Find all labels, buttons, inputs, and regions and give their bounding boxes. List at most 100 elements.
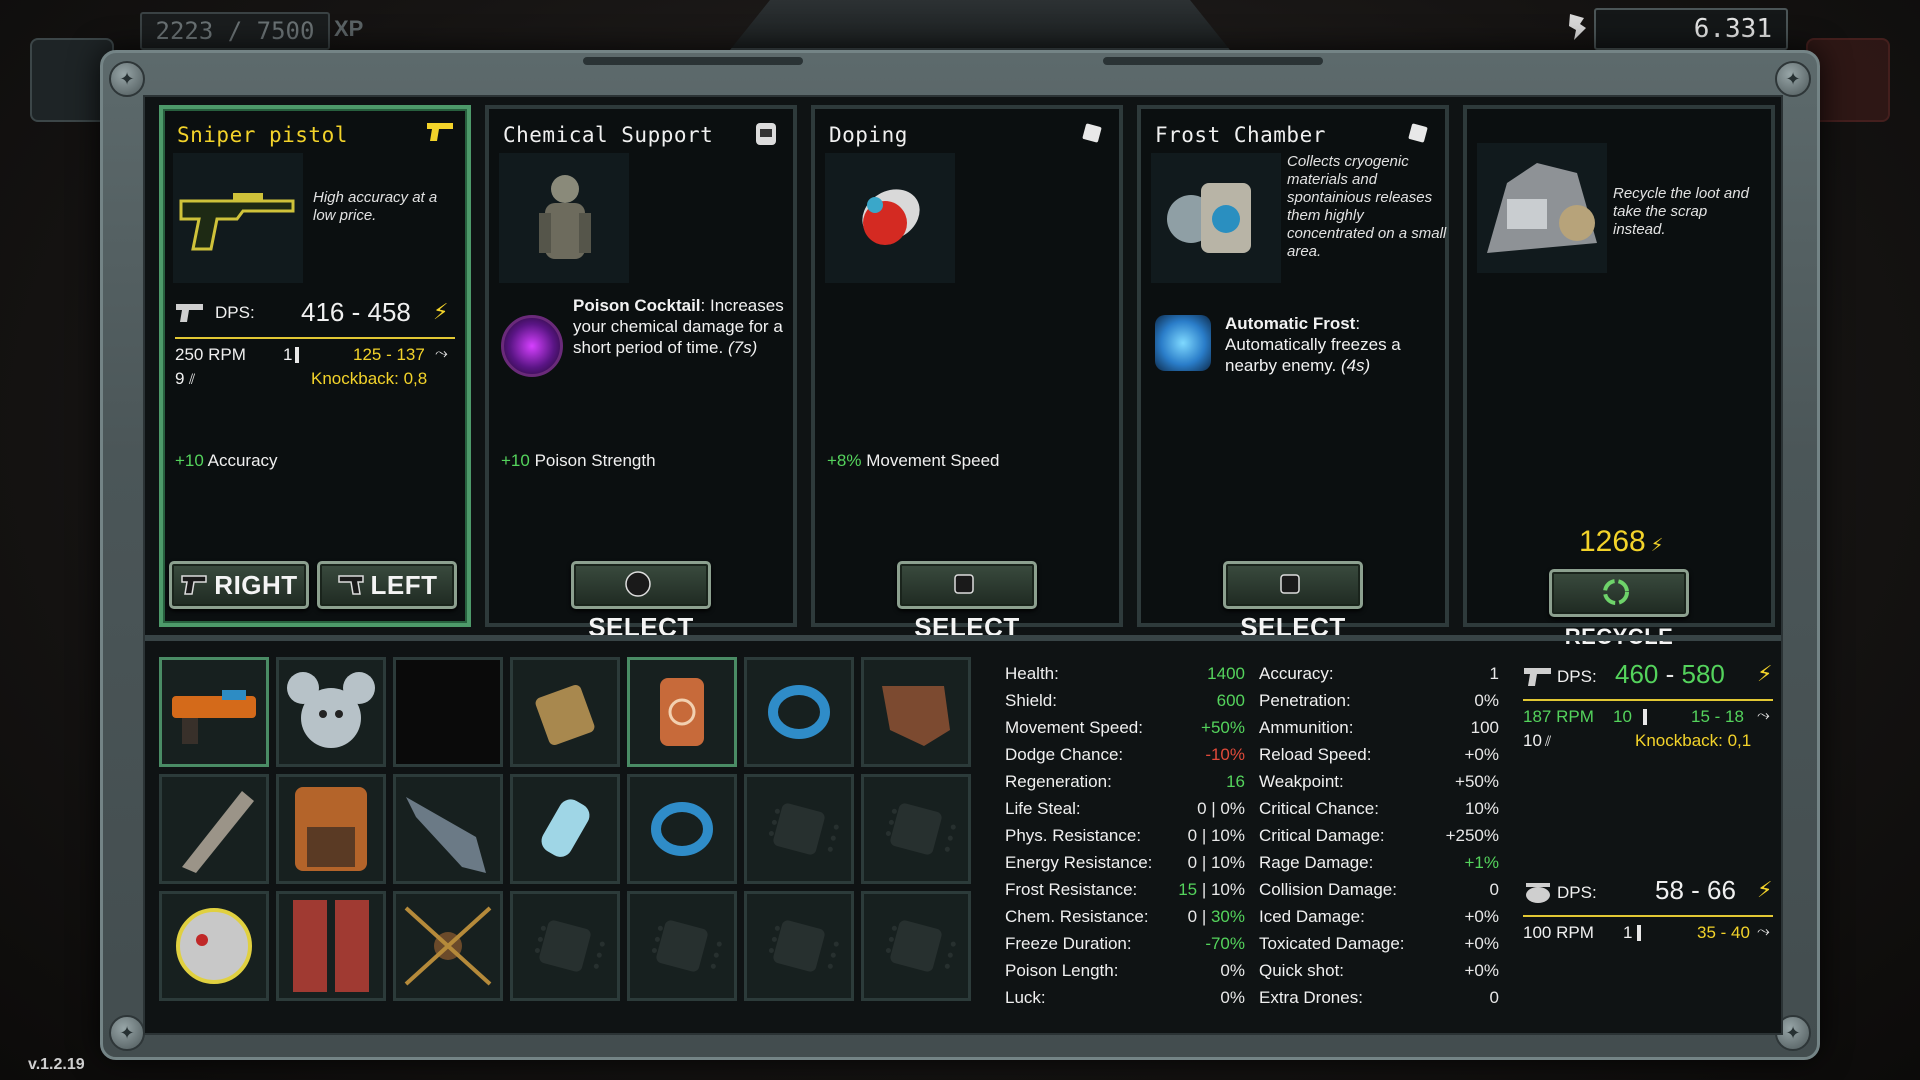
equip-left-button[interactable]: LEFT [317,561,457,609]
poison-cocktail-icon [501,315,563,377]
stat-value-part: 0 | [1187,907,1211,926]
recycle-button[interactable]: RECYCLE [1549,569,1689,649]
select-button[interactable]: SELECT [571,561,711,642]
card-title: Chemical Support [503,123,714,147]
stat-label: Phys. Resistance: [1005,826,1142,845]
inventory-slot-boots[interactable] [861,657,971,767]
card-bonus: +10 Poison Strength [501,451,656,470]
stat-label: Penetration: [1259,691,1351,710]
loot-card-sniper-pistol[interactable]: Sniper pistol High accuracy at a low pri… [159,105,471,627]
frost-chamber-image [1151,153,1281,283]
card-title: Sniper pistol [177,123,348,147]
inventory-slot-empty[interactable] [861,891,971,1001]
bolt-icon: ✦ [1775,61,1811,97]
select-button[interactable]: SELECT [1223,561,1363,642]
stat-value: 0 [1489,880,1499,899]
inventory-slot-cape[interactable] [393,657,503,767]
inventory-slot-weapon[interactable] [159,657,269,767]
weapon-stats-drone: DPS: 58 - 66 ⚡ 100 RPM 1 35 - 40 ⤳ [1517,873,1777,973]
chip-placeholder-icon [655,919,709,973]
backpack-icon [751,119,781,147]
bullet-icon [295,347,299,363]
inventory-slot-spider[interactable] [393,891,503,1001]
dps-value: 416 - 458 [301,297,411,327]
bullet-icon [1637,925,1641,941]
loot-card-recycle[interactable]: Recycle the loot and take the scrap inst… [1463,105,1775,649]
stat-label: Freeze Duration: [1005,934,1132,953]
chip-icon [1077,119,1107,147]
stat-value: 15 | 10% [1178,879,1245,901]
inventory-slot-empty[interactable] [744,774,854,884]
inventory-slot-arm-armor[interactable] [393,774,503,884]
inventory-slot-canister[interactable] [510,657,620,767]
dps-label: DPS: [1557,883,1597,902]
damage-value: 125 - 137 [353,345,425,364]
stat-label: Extra Drones: [1259,988,1363,1007]
inventory-slot-empty[interactable] [510,891,620,1001]
inventory-slot-module[interactable] [627,657,737,767]
damage-icon: ⤳ [1757,923,1770,940]
bolt-icon: ✦ [109,1015,145,1051]
loot-card-frost-chamber[interactable]: Frost Chamber Collects cryogenic materia… [1137,105,1449,642]
ammo-value: 10 [1613,707,1632,726]
rail [1103,57,1323,65]
sniper-pistol-image [173,153,303,283]
magazine-icon: ⫽ [1545,733,1552,749]
inventory-slot-arm[interactable] [159,774,269,884]
stat-value: 10% [1464,799,1499,818]
backpack-icon [624,568,652,597]
stat-value: 0 | 0% [1197,799,1245,818]
magazine-value: 10 [1523,731,1542,750]
scrap-icon [1566,12,1588,42]
loot-card-doping[interactable]: Doping +8% Movement Speed SELECT [811,105,1123,642]
version-label: v.1.2.19 [28,1056,85,1073]
stat-value-part: 30% [1210,907,1245,926]
weapon-stats-main: DPS: 460 - 580 ⚡ 187 RPM 10 15 - 18 ⤳ 10… [1517,655,1777,795]
dps-value: 460 - 580 [1615,659,1725,689]
inventory-slot-empty[interactable] [861,774,971,884]
stat-label: Regeneration: [1005,772,1112,791]
stat-label: Collision Damage: [1259,880,1397,899]
knockback-value: Knockback: 0,1 [1635,731,1752,750]
inventory-slot-ring[interactable] [744,657,854,767]
stat-label: Toxicated Damage: [1259,934,1405,953]
inventory-slot-legs[interactable] [276,891,386,1001]
stat-label: Health: [1005,664,1059,683]
equip-right-button[interactable]: RIGHT [169,561,309,609]
stats-column-left: Health: 1400 Shield: 600 Movement Speed: +50%… [1005,663,1245,1007]
stat-value: 0 | 10% [1187,853,1245,872]
damage-value: 35 - 40 [1697,923,1750,942]
inventory-slot-ring[interactable] [627,774,737,884]
pistol-icon [180,568,208,596]
stat-value: 0% [1220,961,1245,980]
rpm-value: 187 RPM [1523,707,1594,726]
chip-placeholder-icon [538,919,592,973]
divider [175,337,455,339]
inventory-slot-armor[interactable] [276,774,386,884]
xp-label: XP [334,16,364,41]
stat-label: Accuracy: [1259,664,1334,683]
bullet-icon [1643,709,1647,725]
stat-value: +0% [1464,961,1500,980]
section-divider [145,635,1781,641]
inventory-slot-drone[interactable] [159,891,269,1001]
stat-value: 100 [1470,718,1499,737]
inventory-slot-vial[interactable] [510,774,620,884]
stat-label: Ammunition: [1259,718,1354,737]
inventory-slot-empty[interactable] [744,891,854,1001]
stat-label: Energy Resistance: [1005,853,1153,872]
inventory-slot-helmet[interactable] [276,657,386,767]
pistol-icon [425,119,455,147]
stat-value-part: 15 [1178,880,1198,899]
pistol-icon [175,301,205,330]
stat-label: Weakpoint: [1259,772,1344,791]
rail [583,57,803,65]
inventory-slot-empty[interactable] [627,891,737,1001]
stat-label: Chem. Resistance: [1005,907,1149,926]
card-title: Doping [829,123,908,147]
stat-label: Reload Speed: [1259,745,1372,764]
select-button[interactable]: SELECT [897,561,1037,642]
loot-card-chemical-support[interactable]: Chemical Support Poison Cocktail: Increa… [485,105,797,642]
automatic-frost-icon [1155,315,1211,371]
scrap-icon: ⚡ [1645,535,1664,555]
